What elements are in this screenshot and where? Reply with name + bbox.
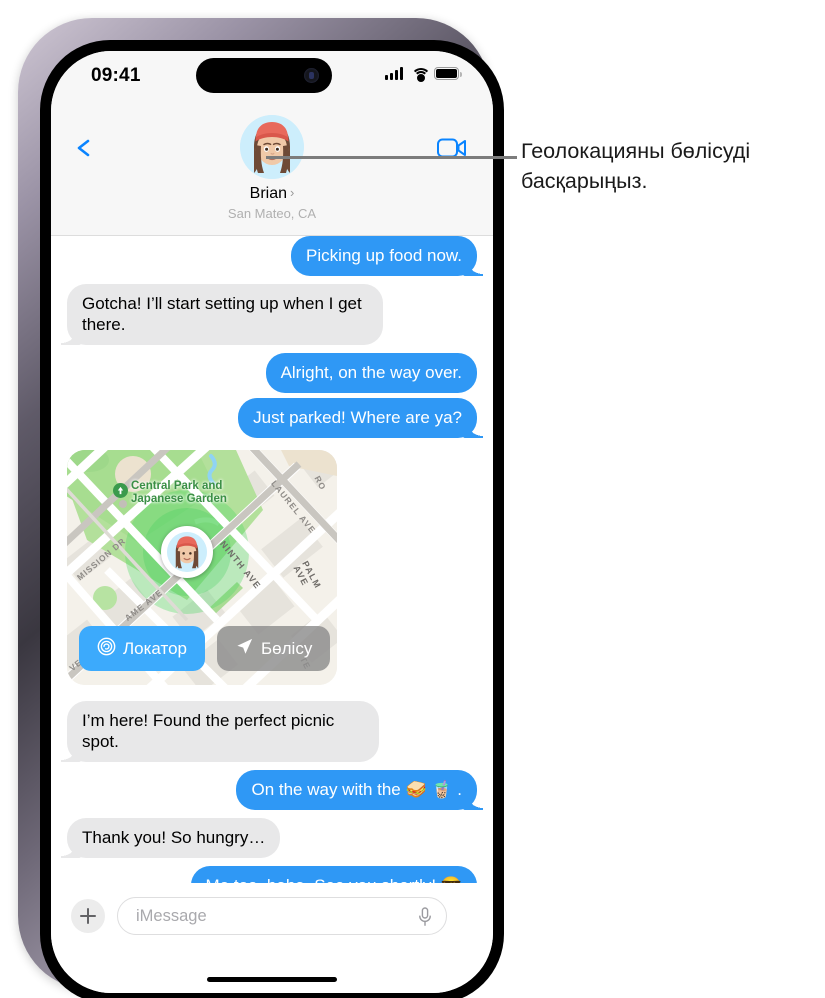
plus-icon[interactable] (71, 899, 105, 933)
share-location-button[interactable]: Бөлісу (217, 626, 331, 671)
message-bubble-incoming[interactable]: I’m here! Found the perfect picnic spot. (61, 701, 379, 762)
contact-name-text: Brian (249, 185, 287, 202)
map-action-buttons: Локатор Бөлісу (79, 626, 331, 671)
message-row-map: Central Park and Japanese Garden MISSION… (51, 446, 493, 693)
callout-leader-line (266, 156, 517, 159)
phone-screen: 09:41 Brian › San Mateo, CA Picking up f… (51, 51, 493, 993)
message-row: Alright, on the way over. (51, 353, 493, 393)
message-bubble-outgoing[interactable]: Just parked! Where are ya? (238, 398, 483, 438)
message-bubble-outgoing[interactable]: Picking up food now. (291, 236, 483, 276)
signal-bars-icon (385, 67, 403, 80)
battery-icon (434, 67, 462, 80)
chevron-right-icon: › (290, 185, 295, 200)
imessage-input[interactable]: iMessage (117, 897, 447, 935)
memoji-avatar[interactable] (240, 115, 304, 179)
back-chevron-icon[interactable] (75, 139, 93, 157)
shared-location-map-card[interactable]: Central Park and Japanese Garden MISSION… (67, 450, 337, 685)
message-row: I’m here! Found the perfect picnic spot. (51, 701, 493, 762)
contact-name[interactable]: Brian › (51, 185, 493, 203)
screenshot-root: 09:41 Brian › San Mateo, CA Picking up f… (0, 0, 825, 998)
status-bar-indicators (385, 67, 462, 82)
find-my-button-label: Локатор (123, 638, 188, 658)
microphone-icon[interactable] (418, 907, 432, 927)
find-my-target-icon (97, 637, 116, 661)
share-location-button-label: Бөлісу (261, 638, 313, 658)
wifi-icon (410, 67, 431, 82)
message-bubble-outgoing[interactable]: On the way with the 🥪 🧋 . (236, 770, 483, 810)
phone-frame: 09:41 Brian › San Mateo, CA Picking up f… (18, 18, 504, 998)
message-row: Thank you! So hungry… (51, 818, 493, 858)
map-poi-label: Central Park and Japanese Garden (131, 480, 227, 506)
message-row: Gotcha! I’ll start setting up when I get… (51, 284, 493, 345)
park-tree-icon (113, 483, 128, 498)
callout-label: Геолокацияны бөлісуді басқарыңыз. (521, 139, 751, 193)
message-bubble-outgoing[interactable]: Alright, on the way over. (265, 353, 477, 393)
message-thread[interactable]: Picking up food now. Gotcha! I’ll start … (51, 236, 493, 919)
contact-subtitle: San Mateo, CA (227, 206, 317, 221)
status-bar-time: 09:41 (91, 65, 141, 86)
message-row: Just parked! Where are ya? (51, 398, 493, 438)
message-bubble-incoming[interactable]: Thank you! So hungry… (60, 818, 281, 858)
message-row: On the way with the 🥪 🧋 . (51, 770, 493, 810)
park-label-line2: Japanese Garden (131, 493, 227, 505)
imessage-placeholder: iMessage (136, 907, 207, 925)
memoji-map-pin[interactable] (161, 526, 213, 578)
status-bar: 09:41 (51, 51, 493, 105)
front-camera-icon (304, 68, 319, 83)
home-indicator (207, 977, 337, 982)
message-bubble-incoming[interactable]: Gotcha! I’ll start setting up when I get… (61, 284, 383, 345)
message-row: Picking up food now. (51, 236, 493, 276)
video-camera-icon[interactable] (437, 138, 467, 163)
find-my-button[interactable]: Локатор (79, 626, 206, 671)
park-label-line1: Central Park and (131, 480, 223, 492)
message-composer: iMessage (51, 883, 493, 993)
memoji-map-pin-inner (167, 532, 207, 572)
conversation-header: Brian › San Mateo, CA (51, 105, 493, 236)
dynamic-island (196, 58, 332, 93)
share-arrow-icon (235, 637, 254, 661)
